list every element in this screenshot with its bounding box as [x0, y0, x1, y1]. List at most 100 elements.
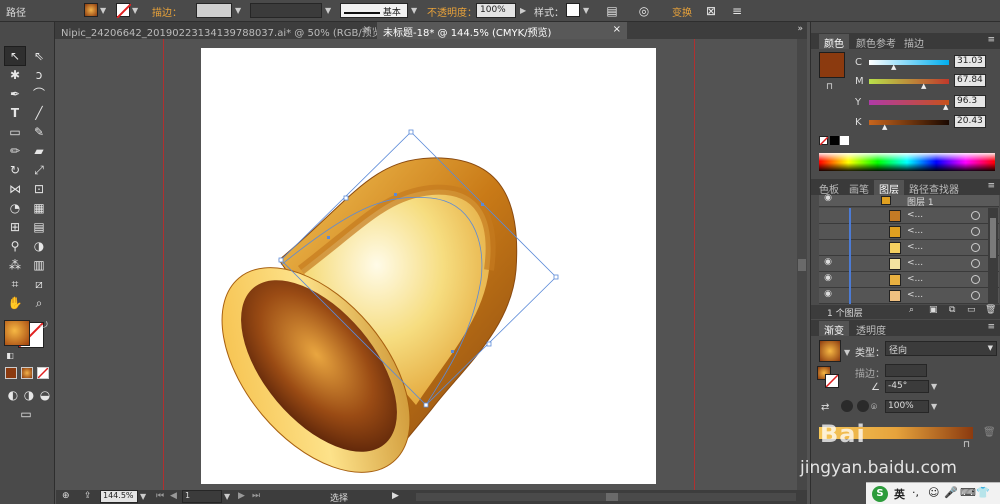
document-setup-icon[interactable]: ▤ — [604, 3, 620, 19]
target-icon[interactable] — [971, 243, 980, 252]
chevron-down-icon[interactable]: ▼ — [988, 344, 993, 352]
scroll-thumb[interactable] — [798, 259, 806, 271]
variable-width-select[interactable] — [250, 3, 322, 18]
slider-handle-icon[interactable]: ▲ — [921, 82, 926, 90]
color-swatch[interactable] — [819, 52, 845, 78]
pencil-tool-icon[interactable]: ✏ — [7, 143, 23, 159]
sogou-icon[interactable]: S — [872, 486, 888, 502]
target-icon[interactable] — [971, 259, 980, 268]
chevron-down-icon[interactable]: ▼ — [132, 6, 138, 15]
tab-document-1[interactable]: Nipic_24206642_20190223134139788037.ai* … — [55, 22, 386, 39]
sublayer-row[interactable]: <... — [819, 224, 999, 240]
microphone-icon[interactable]: 🎤 — [944, 486, 958, 499]
tab-document-2[interactable]: 未标题-18* @ 144.5% (CMYK/预览) × — [377, 22, 627, 39]
perspective-grid-tool-icon[interactable]: ▦ — [31, 200, 47, 216]
curvature-tool-icon[interactable]: ⌒ — [31, 86, 47, 102]
fill-indicator[interactable] — [4, 320, 30, 346]
gradient-stop-handle-icon[interactable]: ⊓ — [963, 440, 970, 450]
sublayer-row[interactable]: ◉ <... — [819, 272, 999, 288]
hand-tool-icon[interactable]: ✋ — [7, 295, 23, 311]
close-icon[interactable]: × — [613, 24, 621, 35]
horizontal-scrollbar[interactable] — [416, 493, 796, 501]
sublayer-row[interactable]: ◉ <... — [819, 288, 999, 304]
lock-icon[interactable]: ⊓ — [826, 82, 833, 92]
layer-row-top[interactable]: ◉ 图层 1 — [819, 193, 999, 208]
lasso-tool-icon[interactable]: ↄ — [31, 67, 47, 83]
align-icon[interactable]: ≡ — [729, 3, 745, 19]
mesh-tool-icon[interactable]: ⊞ — [7, 219, 23, 235]
channel-c-value[interactable]: 31.03 — [954, 55, 986, 68]
page-field[interactable]: 1 — [182, 490, 222, 503]
rectangle-tool-icon[interactable]: ▭ — [7, 124, 23, 140]
gradient-preview[interactable] — [819, 340, 841, 362]
channel-k-value[interactable]: 20.43 — [954, 115, 986, 128]
vertical-scrollbar[interactable] — [797, 39, 807, 490]
chevron-down-icon[interactable]: ▼ — [844, 348, 850, 357]
none-swatch[interactable] — [819, 136, 829, 146]
ime-language[interactable]: 英 — [894, 486, 905, 502]
slider-handle-icon[interactable]: ▲ — [882, 123, 887, 131]
tab-pathfinder[interactable]: 路径查找器 — [904, 180, 964, 196]
channel-c-slider[interactable]: ▲ — [869, 60, 949, 71]
channel-m-slider[interactable]: ▲ — [869, 79, 949, 90]
chevron-down-icon[interactable]: ▼ — [100, 6, 106, 15]
aspect-field[interactable]: 100% — [885, 400, 929, 413]
close-icon[interactable]: × — [363, 24, 371, 35]
draw-behind-icon[interactable]: ◑ — [21, 387, 37, 403]
blend-tool-icon[interactable]: ◑ — [31, 238, 47, 254]
swap-icon[interactable]: ⤾ — [36, 318, 52, 334]
stroke-weight-field[interactable] — [196, 3, 232, 18]
target-icon[interactable] — [971, 211, 980, 220]
tab-brushes[interactable]: 画笔 — [844, 180, 874, 196]
eraser-tool-icon[interactable]: ▰ — [31, 143, 47, 159]
tab-color[interactable]: 颜色 — [819, 34, 849, 50]
rotate-tool-icon[interactable]: ↻ — [7, 162, 23, 178]
trash-icon[interactable]: 🗑 — [983, 427, 996, 438]
fill-swatch[interactable] — [84, 3, 98, 17]
scroll-thumb[interactable] — [990, 218, 996, 258]
chevron-down-icon[interactable]: ▼ — [411, 6, 417, 15]
gradient-tool-icon[interactable]: ▤ — [31, 219, 47, 235]
eye-icon[interactable]: ◉ — [821, 193, 835, 207]
slice-tool-icon[interactable]: ⧄ — [31, 276, 47, 292]
gradient-stop-dark[interactable] — [857, 400, 869, 412]
emoji-icon[interactable]: ☺ — [928, 486, 939, 499]
punctuation-icon[interactable]: ·, — [912, 486, 919, 499]
target-icon[interactable] — [971, 227, 980, 236]
default-colors-icon[interactable]: ◧ — [2, 348, 18, 364]
free-transform-tool-icon[interactable]: ⊡ — [31, 181, 47, 197]
draw-inside-icon[interactable]: ◒ — [37, 387, 53, 403]
paintbrush-tool-icon[interactable]: ✎ — [31, 124, 47, 140]
tab-overflow-icon[interactable]: » — [797, 24, 803, 34]
chevron-right-icon[interactable]: ▶ — [520, 6, 526, 15]
new-sublayer-icon[interactable]: ⧉ — [949, 305, 955, 315]
eyedropper-tool-icon[interactable]: ⚲ — [7, 238, 23, 254]
scale-tool-icon[interactable]: ⤢ — [31, 162, 47, 178]
stroke-label[interactable]: 描边： — [152, 4, 182, 19]
next-page-icon[interactable]: ▶ — [238, 491, 245, 501]
color-mode-button[interactable] — [5, 367, 17, 379]
first-page-icon[interactable]: ⏮ — [156, 491, 164, 501]
zoom-field[interactable]: 144.5% — [100, 490, 138, 503]
make-clipping-mask-icon[interactable]: ▣ — [929, 305, 938, 315]
shirt-icon[interactable]: 👕 — [976, 486, 990, 499]
selection-tool-icon[interactable]: ↖ — [7, 48, 23, 64]
symbol-sprayer-tool-icon[interactable]: ⁂ — [7, 257, 23, 273]
tab-stroke[interactable]: 描边 — [899, 34, 929, 50]
pen-tool-icon[interactable]: ✒ — [7, 86, 23, 102]
slider-handle-icon[interactable]: ▲ — [891, 63, 896, 71]
target-icon[interactable] — [971, 291, 980, 300]
artboard-nav-icon[interactable]: ⊕ — [62, 491, 70, 501]
stroke-gradient-buttons[interactable] — [885, 364, 927, 377]
eye-icon[interactable]: ◉ — [821, 257, 835, 271]
gradient-mode-button[interactable] — [21, 367, 33, 379]
magic-wand-tool-icon[interactable]: ✱ — [7, 67, 23, 83]
chevron-down-icon[interactable]: ▼ — [140, 492, 146, 501]
none-mode-button[interactable] — [37, 367, 49, 379]
chevron-down-icon[interactable]: ▼ — [931, 402, 937, 411]
line-tool-icon[interactable]: ╱ — [31, 105, 47, 121]
channel-y-slider[interactable]: ▲ — [869, 100, 949, 111]
panel-menu-icon[interactable]: ≡ — [987, 322, 995, 332]
graphic-style-swatch[interactable] — [566, 3, 580, 17]
channel-y-value[interactable]: 96.3 — [954, 95, 986, 108]
